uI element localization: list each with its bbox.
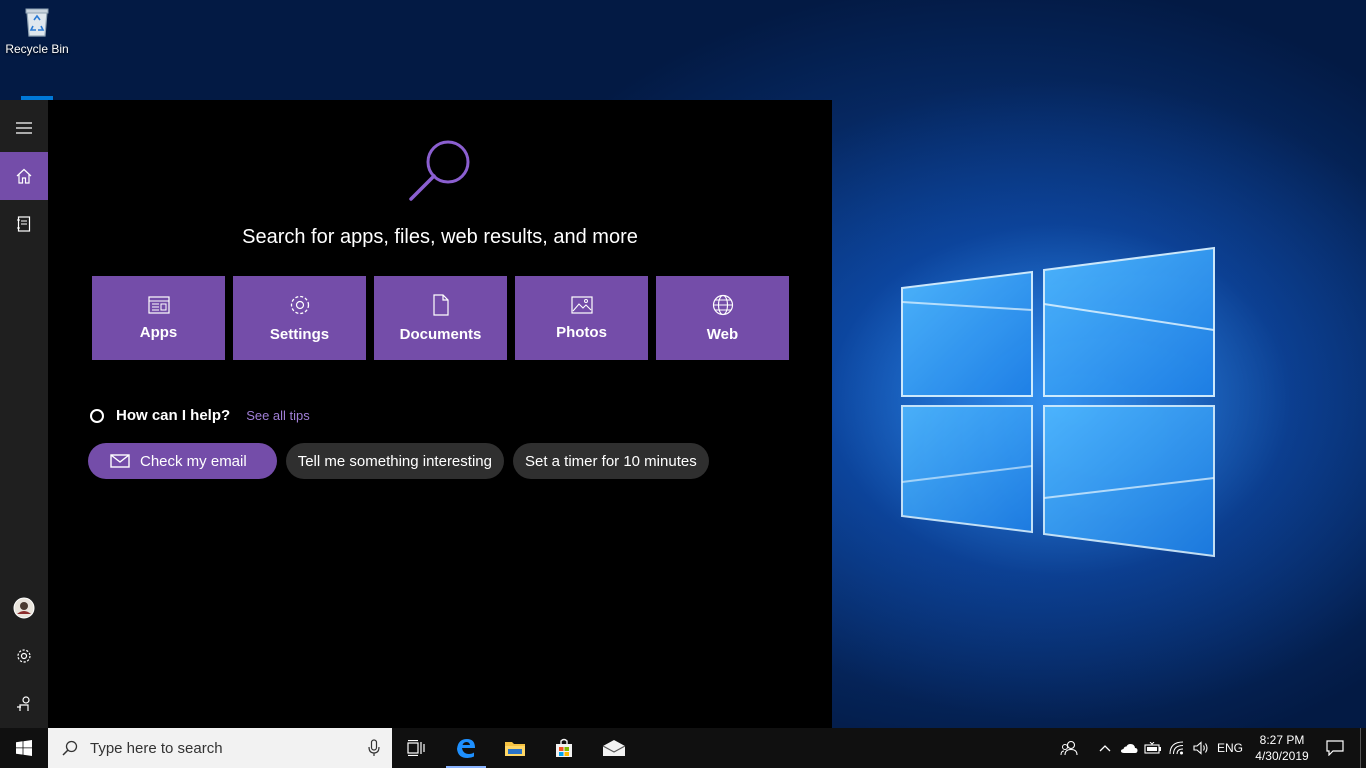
see-all-tips-link[interactable]: See all tips (246, 408, 310, 423)
tile-label: Settings (269, 325, 330, 343)
task-view-button[interactable] (392, 728, 440, 768)
tile-documents[interactable]: Documents (374, 276, 507, 360)
battery-tray-button[interactable] (1142, 728, 1164, 768)
taskbar-clock[interactable]: 8:27 PM 4/30/2019 (1244, 732, 1320, 764)
folder-icon (505, 742, 525, 756)
tile-label: Apps (139, 323, 178, 341)
notebook-button[interactable] (0, 200, 48, 248)
suggestion-chips: Check my email Tell me something interes… (88, 443, 709, 479)
feedback-icon (17, 696, 30, 711)
cortana-ring-icon (90, 408, 104, 423)
help-section-header: How can I help? See all tips (90, 407, 310, 424)
action-center-button[interactable] (1318, 728, 1352, 768)
tile-label: Photos (556, 323, 607, 341)
store-button[interactable] (540, 728, 588, 768)
clock-time: 8:27 PM (1259, 733, 1305, 747)
cortana-side-rail (0, 100, 48, 728)
settings-button[interactable] (0, 632, 48, 680)
chip-label: Check my email (140, 452, 247, 470)
edge-icon (457, 739, 475, 758)
avatar-icon (13, 597, 35, 619)
recycle-bin-icon (25, 8, 49, 37)
show-hidden-icons-button[interactable] (1096, 728, 1114, 768)
windows-start-icon (16, 740, 32, 756)
mail-button[interactable] (590, 728, 638, 768)
home-button[interactable] (0, 152, 48, 200)
taskbar: ENG 8:27 PM 4/30/2019 (0, 728, 1366, 768)
file-explorer-button[interactable] (491, 728, 539, 768)
help-title: How can I help? (116, 407, 231, 424)
people-icon (1060, 740, 1078, 756)
input-language-indicator[interactable]: ENG (1214, 728, 1246, 768)
wifi-icon (1169, 741, 1184, 755)
search-input[interactable] (90, 739, 350, 757)
notebook-icon (17, 216, 31, 232)
recycle-bin-shortcut[interactable]: Recycle Bin (4, 6, 70, 56)
chip-label: Tell me something interesting (297, 452, 492, 470)
recycle-bin-label: Recycle Bin (5, 42, 69, 56)
onedrive-tray-button[interactable] (1118, 728, 1140, 768)
edge-browser-button[interactable] (442, 728, 490, 768)
gear-icon (290, 295, 309, 314)
search-icon (62, 740, 78, 756)
battery-icon (1144, 742, 1161, 754)
photo-icon (570, 295, 593, 314)
mail-icon (110, 454, 130, 468)
taskbar-search-box[interactable] (48, 728, 392, 768)
windows-logo-wallpaper (901, 246, 1215, 558)
notification-icon (1326, 740, 1344, 756)
hamburger-icon (16, 122, 32, 134)
menu-button[interactable] (0, 104, 48, 152)
show-desktop-button[interactable] (1360, 728, 1361, 768)
clock-date: 4/30/2019 (1255, 749, 1309, 763)
network-tray-button[interactable] (1166, 728, 1188, 768)
tile-settings[interactable]: Settings (233, 276, 366, 360)
start-button[interactable] (0, 728, 48, 768)
speaker-icon (1193, 741, 1208, 755)
tile-web[interactable]: Web (656, 276, 789, 360)
account-button[interactable] (0, 584, 48, 632)
document-icon (432, 293, 449, 316)
store-icon (556, 738, 572, 757)
cortana-panel: Search for apps, files, web results, and… (0, 100, 832, 728)
people-button[interactable] (1056, 728, 1082, 768)
cloud-icon (1120, 744, 1138, 753)
tile-photos[interactable]: Photos (515, 276, 648, 360)
tile-label: Web (706, 325, 739, 343)
tile-label: Documents (399, 325, 482, 343)
tile-apps[interactable]: Apps (92, 276, 225, 360)
microphone-icon[interactable] (368, 739, 380, 757)
cortana-headline: Search for apps, files, web results, and… (242, 226, 638, 248)
tell-me-something-chip[interactable]: Tell me something interesting (285, 443, 504, 479)
chevron-up-icon (1099, 745, 1111, 752)
mail-icon (602, 740, 626, 756)
check-email-chip[interactable]: Check my email (88, 443, 277, 479)
set-timer-chip[interactable]: Set a timer for 10 minutes (512, 443, 709, 479)
volume-tray-button[interactable] (1190, 728, 1212, 768)
home-icon (16, 168, 32, 184)
task-view-icon (407, 740, 425, 756)
chip-label: Set a timer for 10 minutes (524, 452, 697, 470)
feedback-button[interactable] (0, 680, 48, 728)
cortana-home-content: Search for apps, files, web results, and… (48, 100, 832, 728)
search-icon (409, 140, 470, 201)
apps-icon (147, 295, 170, 314)
globe-icon (712, 294, 733, 315)
search-category-tiles: Apps Settings Documents Photos Web (92, 276, 789, 360)
gear-icon (17, 649, 31, 663)
